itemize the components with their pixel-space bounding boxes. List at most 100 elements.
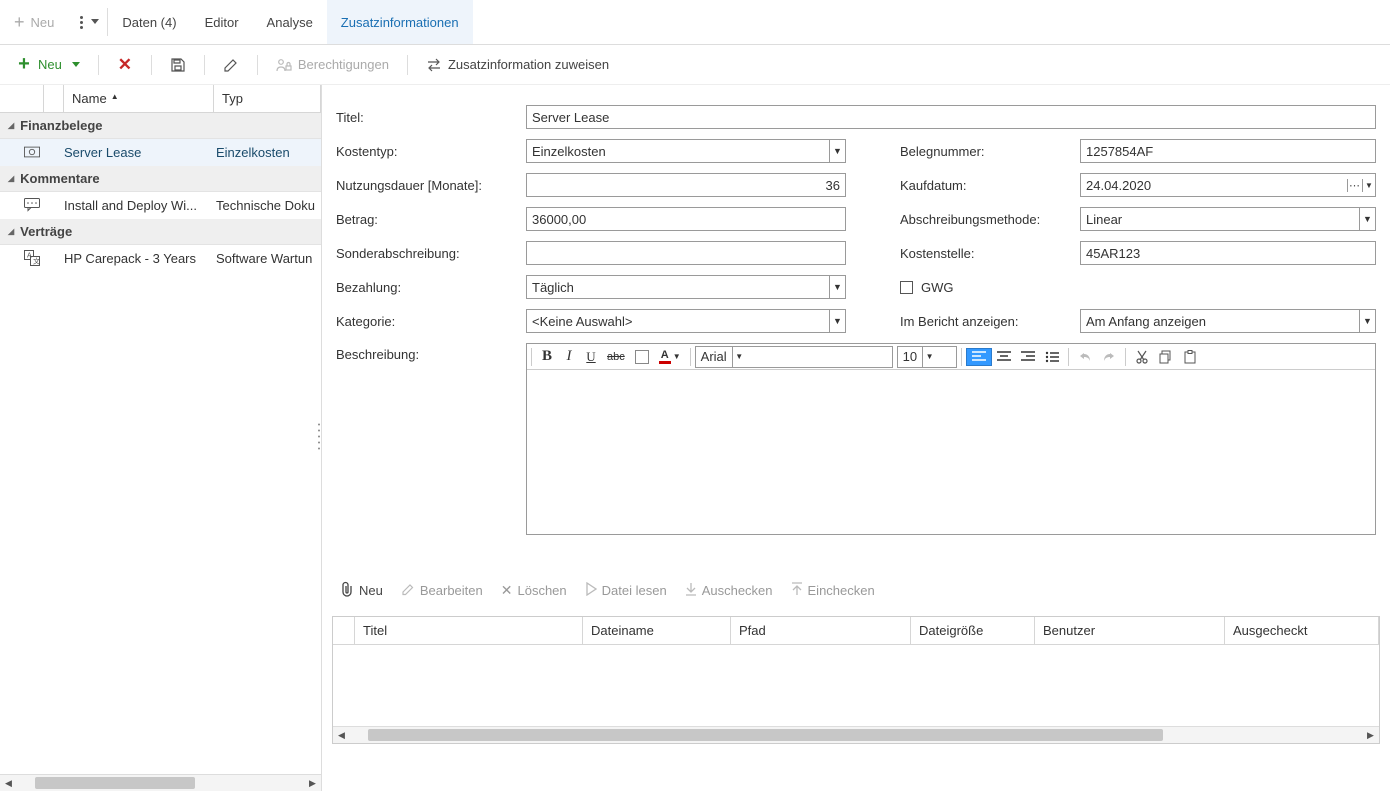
save-button[interactable] (162, 53, 194, 77)
font-size-combo[interactable]: 10▼ (897, 346, 957, 368)
attach-einchecken-button: Einchecken (783, 578, 883, 603)
group-vertraege[interactable]: ◢ Verträge (0, 219, 321, 245)
attach-h-scrollbar[interactable]: ◀ ▶ (333, 726, 1379, 743)
header-typ[interactable]: Typ (214, 85, 321, 112)
sonderabschreibung-input[interactable] (526, 241, 846, 265)
underline-button[interactable]: U (580, 347, 602, 367)
zuweisen-label: Zusatzinformation zuweisen (448, 57, 609, 72)
italic-button[interactable]: I (558, 346, 580, 367)
attach-einchecken-label: Einchecken (808, 583, 875, 598)
abschreibungsmethode-value: Linear (1081, 212, 1359, 227)
label-belegnummer: Belegnummer: (900, 144, 1060, 159)
bullet-list-button[interactable] (1040, 349, 1064, 365)
attach-col-benutzer[interactable]: Benutzer (1035, 617, 1225, 644)
scroll-left-icon[interactable]: ◀ (0, 775, 17, 791)
paste-button[interactable] (1178, 348, 1202, 366)
collapse-icon: ◢ (8, 174, 14, 183)
date-more-icon[interactable]: ⋯ (1347, 179, 1363, 192)
header-name[interactable]: Name ▲ (64, 85, 214, 112)
align-left-button[interactable] (966, 348, 992, 366)
zuweisen-button[interactable]: Zusatzinformation zuweisen (418, 53, 617, 77)
copy-button[interactable] (1154, 348, 1178, 366)
align-right-button[interactable] (1016, 349, 1040, 365)
group-finanzbelege[interactable]: ◢ Finanzbelege (0, 113, 321, 139)
header-empty-1[interactable] (44, 85, 64, 112)
chevron-down-icon[interactable]: ▼ (829, 310, 845, 332)
abschreibungsmethode-combo[interactable]: Linear ▼ (1080, 207, 1376, 231)
bezahlung-combo[interactable]: Täglich ▼ (526, 275, 846, 299)
x-icon: ✕ (117, 57, 133, 73)
scroll-left-icon[interactable]: ◀ (333, 727, 350, 743)
attach-col-dateigroesse[interactable]: Dateigröße (911, 617, 1035, 644)
chevron-down-icon[interactable]: ▼ (732, 347, 746, 367)
tab-zusatzinformationen[interactable]: Zusatzinformationen (327, 0, 473, 44)
attach-col-empty[interactable] (333, 617, 355, 644)
top-overflow-menu[interactable] (68, 0, 107, 44)
scroll-thumb[interactable] (35, 777, 195, 789)
highlight-button[interactable] (630, 348, 654, 366)
attach-neu-button[interactable]: Neu (332, 577, 391, 604)
betrag-input[interactable] (526, 207, 846, 231)
chevron-down-icon[interactable]: ▼ (829, 140, 845, 162)
edit-button[interactable] (215, 53, 247, 77)
kostenstelle-input[interactable] (1080, 241, 1376, 265)
splitter-handle[interactable] (316, 422, 322, 455)
bold-button[interactable]: B (536, 346, 558, 367)
attach-loeschen-button: ✕Löschen (493, 578, 575, 603)
nutzungsdauer-input[interactable] (526, 173, 846, 197)
kaufdatum-date[interactable]: 24.04.2020 ⋯ ▼ (1080, 173, 1376, 197)
list-item-server-lease[interactable]: Server Lease Einzelkosten (0, 139, 321, 166)
align-center-button[interactable] (992, 349, 1016, 365)
collapse-icon: ◢ (8, 227, 14, 236)
label-nutzungsdauer: Nutzungsdauer [Monate]: (336, 178, 506, 193)
bericht-combo[interactable]: Am Anfang anzeigen ▼ (1080, 309, 1376, 333)
scroll-track[interactable] (17, 775, 304, 791)
undo-button (1073, 348, 1097, 366)
font-size-value: 10 (898, 349, 922, 364)
font-color-button[interactable]: A▼ (654, 348, 686, 366)
strike-button[interactable]: abc (602, 349, 630, 365)
kostentyp-combo[interactable]: Einzelkosten ▼ (526, 139, 846, 163)
rte-textarea[interactable] (527, 370, 1375, 534)
tab-daten[interactable]: Daten (4) (108, 0, 190, 44)
titel-input[interactable] (526, 105, 1376, 129)
kostentyp-value: Einzelkosten (527, 144, 829, 159)
attach-col-titel[interactable]: Titel (355, 617, 583, 644)
chevron-down-icon[interactable]: ▼ (922, 347, 936, 367)
redo-button (1097, 348, 1121, 366)
list-item-hp-carepack[interactable]: A文 HP Carepack - 3 Years Software Wartun (0, 245, 321, 272)
attachments-grid-body[interactable] (333, 645, 1379, 726)
attach-loeschen-label: Löschen (517, 583, 566, 598)
label-sonderabschreibung: Sonderabschreibung: (336, 246, 506, 261)
upload-icon (791, 582, 803, 599)
scroll-right-icon[interactable]: ▶ (304, 775, 321, 791)
left-h-scrollbar[interactable]: ◀ ▶ (0, 774, 321, 791)
group-kommentare[interactable]: ◢ Kommentare (0, 166, 321, 192)
col-label: Titel (363, 623, 387, 638)
chevron-down-icon[interactable]: ▼ (829, 276, 845, 298)
font-family-combo[interactable]: Arial▼ (695, 346, 893, 368)
attach-col-dateiname[interactable]: Dateiname (583, 617, 731, 644)
belegnummer-input[interactable] (1080, 139, 1376, 163)
translate-icon: A文 (24, 250, 40, 266)
gwg-checkbox[interactable]: GWG (900, 280, 954, 295)
neu-button[interactable]: + Neu (8, 53, 88, 77)
attach-col-ausgecheckt[interactable]: Ausgecheckt (1225, 617, 1379, 644)
chevron-down-icon[interactable]: ▼ (1359, 310, 1375, 332)
list-item-install-deploy[interactable]: Install and Deploy Wi... Technische Doku (0, 192, 321, 219)
pencil-icon (223, 57, 239, 73)
cut-button[interactable] (1130, 348, 1154, 366)
scroll-track[interactable] (350, 727, 1362, 743)
delete-button[interactable]: ✕ (109, 53, 141, 77)
sort-asc-icon: ▲ (111, 92, 119, 101)
attach-col-pfad[interactable]: Pfad (731, 617, 911, 644)
scroll-thumb[interactable] (368, 729, 1163, 741)
scroll-right-icon[interactable]: ▶ (1362, 727, 1379, 743)
header-empty-0[interactable] (0, 85, 44, 112)
kategorie-value: <Keine Auswahl> (527, 314, 829, 329)
tab-editor[interactable]: Editor (191, 0, 253, 44)
kategorie-combo[interactable]: <Keine Auswahl> ▼ (526, 309, 846, 333)
chevron-down-icon[interactable]: ▼ (1363, 181, 1375, 190)
tab-analyse[interactable]: Analyse (253, 0, 327, 44)
chevron-down-icon[interactable]: ▼ (1359, 208, 1375, 230)
